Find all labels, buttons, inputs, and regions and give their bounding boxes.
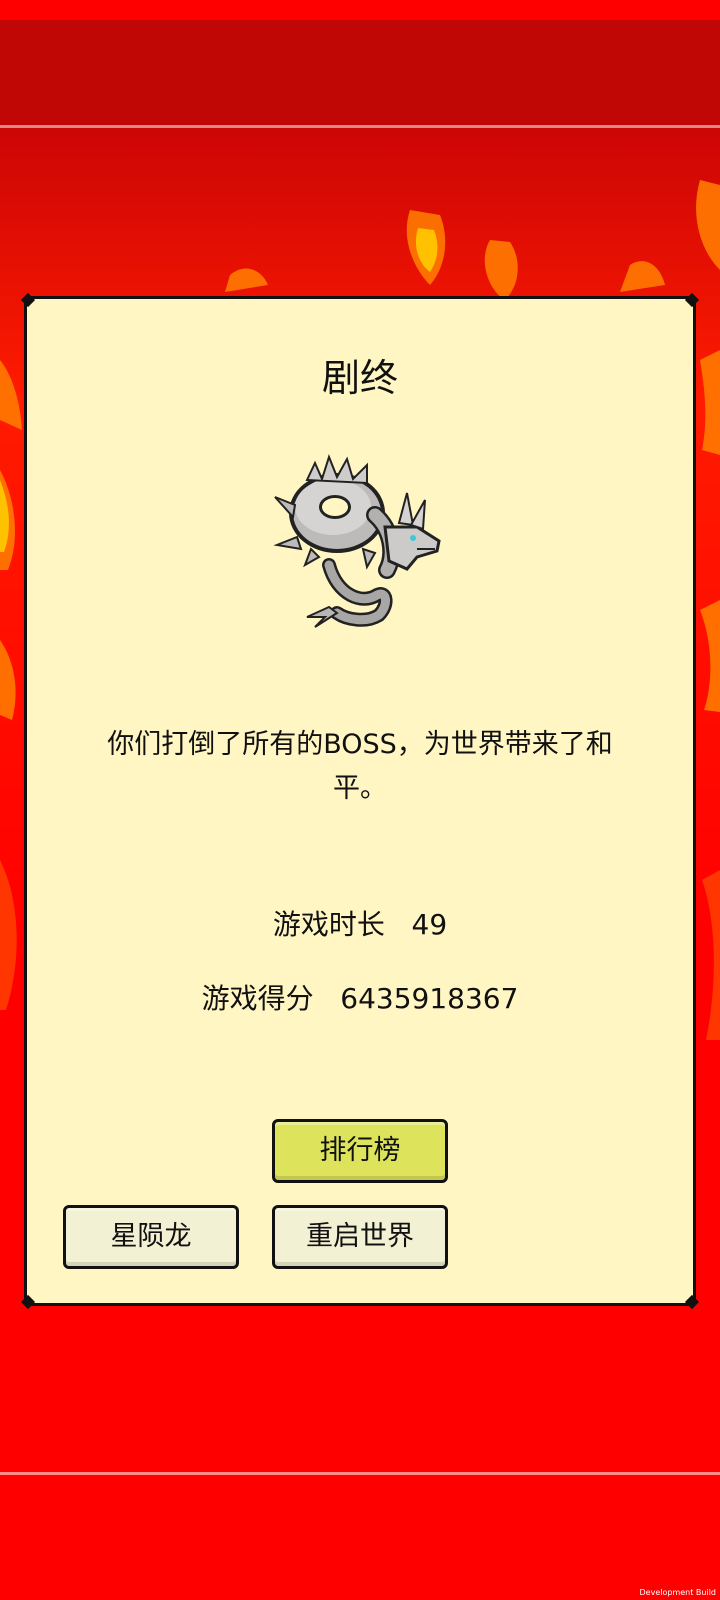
- bottom-divider: [0, 1472, 720, 1475]
- top-banner: [0, 20, 720, 125]
- score-label: 游戏得分: [201, 982, 314, 1015]
- score-value: 6435918367: [340, 982, 519, 1015]
- score-stat: 游戏得分 6435918367: [27, 977, 693, 1017]
- play-time-label: 游戏时长: [272, 908, 385, 941]
- ending-message: 你们打倒了所有的BOSS，为世界带来了和平。: [107, 729, 613, 804]
- game-over-dialog: 剧终 你们打倒了所有的BOSS，为世界带来了和平。 游戏时长 49 游戏得分 6…: [20, 292, 700, 1310]
- dialog-title: 剧终: [321, 356, 398, 400]
- dragon-button[interactable]: 星陨龙: [63, 1205, 239, 1269]
- restart-world-button[interactable]: 重启世界: [272, 1205, 448, 1269]
- play-time-stat: 游戏时长 49: [27, 903, 693, 943]
- development-build-label: Development Build: [639, 1588, 716, 1597]
- play-time-value: 49: [411, 908, 448, 941]
- game-screen: 剧终 你们打倒了所有的BOSS，为世界带来了和平。 游戏时长 49 游戏得分 6…: [0, 0, 720, 1600]
- top-divider: [0, 125, 720, 128]
- dragon-boss-image: [273, 454, 441, 628]
- leaderboard-button[interactable]: 排行榜: [272, 1119, 448, 1183]
